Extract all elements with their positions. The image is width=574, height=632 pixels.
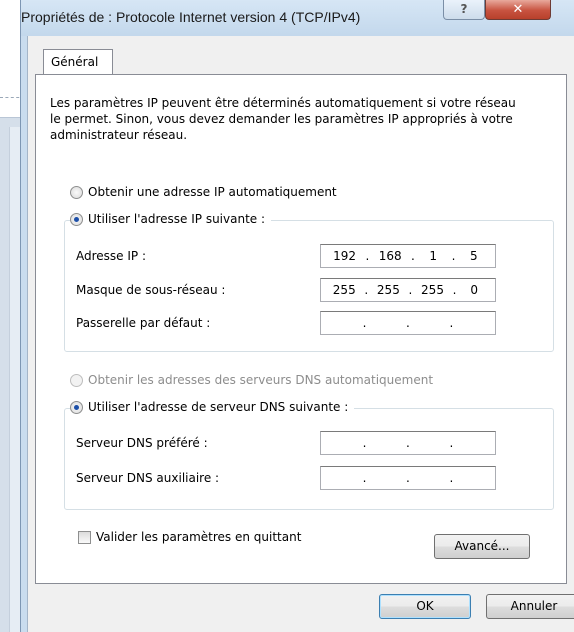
radio-ip-manual-label: Utiliser l'adresse IP suivante : [88, 212, 266, 226]
help-button[interactable]: ? [443, 0, 485, 20]
octet-separator: . [449, 316, 454, 330]
gateway-label: Passerelle par défaut : [76, 316, 211, 330]
radio-ip-manual-button[interactable] [70, 212, 83, 226]
ip-octet-3: 1 [429, 249, 438, 263]
octet-separator: . [362, 316, 367, 330]
general-tab-panel: Les paramètres IP peuvent être déterminé… [35, 74, 567, 584]
radio-ip-manual[interactable]: Utiliser l'adresse IP suivante : [70, 212, 272, 226]
mask-octet-3: 255 [421, 283, 444, 297]
octet-separator: . [406, 436, 410, 450]
screen: Propriétés de : Protocole Internet versi… [0, 0, 574, 632]
subnet-mask-label: Masque de sous-réseau : [76, 283, 226, 297]
validate-on-exit-label: Valider les paramètres en quittant [96, 530, 302, 544]
preferred-dns-input[interactable]: . . . [320, 431, 496, 455]
tcpip-properties-dialog: Propriétés de : Protocole Internet versi… [20, 0, 574, 632]
radio-dns-manual-label: Utiliser l'adresse de serveur DNS suivan… [88, 400, 349, 414]
tab-general[interactable]: Général [43, 49, 113, 74]
help-icon: ? [460, 2, 468, 16]
mask-octet-4: 0 [470, 283, 478, 297]
radio-dns-manual-button[interactable] [70, 400, 83, 414]
radio-ip-auto[interactable]: Obtenir une adresse IP automatiquement [70, 185, 343, 199]
radio-dns-auto[interactable]: Obtenir les adresses des serveurs DNS au… [70, 373, 440, 387]
window-title: Propriétés de : Protocole Internet versi… [21, 9, 361, 25]
ip-octet-2: 168 [378, 249, 402, 263]
octet-separator: . [362, 436, 367, 450]
close-button[interactable]: ✕ [485, 0, 551, 20]
ok-button[interactable]: OK [379, 594, 471, 619]
mask-octet-1: 255 [332, 283, 356, 297]
octet-separator: . [410, 249, 415, 263]
close-icon: ✕ [512, 2, 524, 17]
octet-separator: . [365, 249, 370, 263]
octet-separator: . [408, 283, 413, 297]
dns-settings-group [64, 408, 554, 510]
octet-separator: . [449, 471, 454, 485]
advanced-button[interactable]: Avancé... [434, 534, 530, 559]
mask-octet-2: 255 [376, 283, 400, 297]
ip-octet-1: 192 [333, 249, 357, 263]
octet-separator: . [364, 283, 369, 297]
octet-separator: . [452, 283, 457, 297]
octet-separator: . [406, 316, 410, 330]
radio-dns-auto-button[interactable] [70, 373, 83, 387]
radio-dns-auto-label: Obtenir les adresses des serveurs DNS au… [88, 373, 434, 387]
radio-ip-auto-label: Obtenir une adresse IP automatiquement [88, 185, 337, 199]
gateway-input[interactable]: . . . [320, 311, 496, 335]
octet-separator: . [406, 471, 410, 485]
validate-on-exit-checkbox[interactable]: Valider les paramètres en quittant [78, 530, 301, 544]
octet-separator: . [362, 471, 367, 485]
title-bar[interactable]: Propriétés de : Protocole Internet versi… [21, 0, 574, 36]
octet-separator: . [449, 436, 454, 450]
octet-separator: . [451, 249, 456, 263]
alternate-dns-label: Serveur DNS auxiliaire : [76, 471, 220, 485]
ip-octet-4: 5 [470, 249, 478, 263]
preferred-dns-label: Serveur DNS préféré : [76, 436, 208, 450]
validate-on-exit-box[interactable] [78, 530, 91, 544]
radio-ip-auto-button[interactable] [70, 185, 83, 199]
dialog-body: Général Les paramètres IP peuvent être d… [27, 36, 574, 632]
subnet-mask-input[interactable]: 255. 255. 255. 0 [320, 278, 496, 302]
cancel-button[interactable]: Annuler [486, 594, 574, 619]
intro-text: Les paramètres IP peuvent être déterminé… [50, 96, 516, 142]
radio-dns-manual[interactable]: Utiliser l'adresse de serveur DNS suivan… [70, 400, 355, 414]
ip-address-input[interactable]: 192. 168. 1. 5 [320, 244, 496, 268]
alternate-dns-input[interactable]: . . . [320, 466, 496, 490]
ip-address-label: Adresse IP : [76, 249, 147, 263]
